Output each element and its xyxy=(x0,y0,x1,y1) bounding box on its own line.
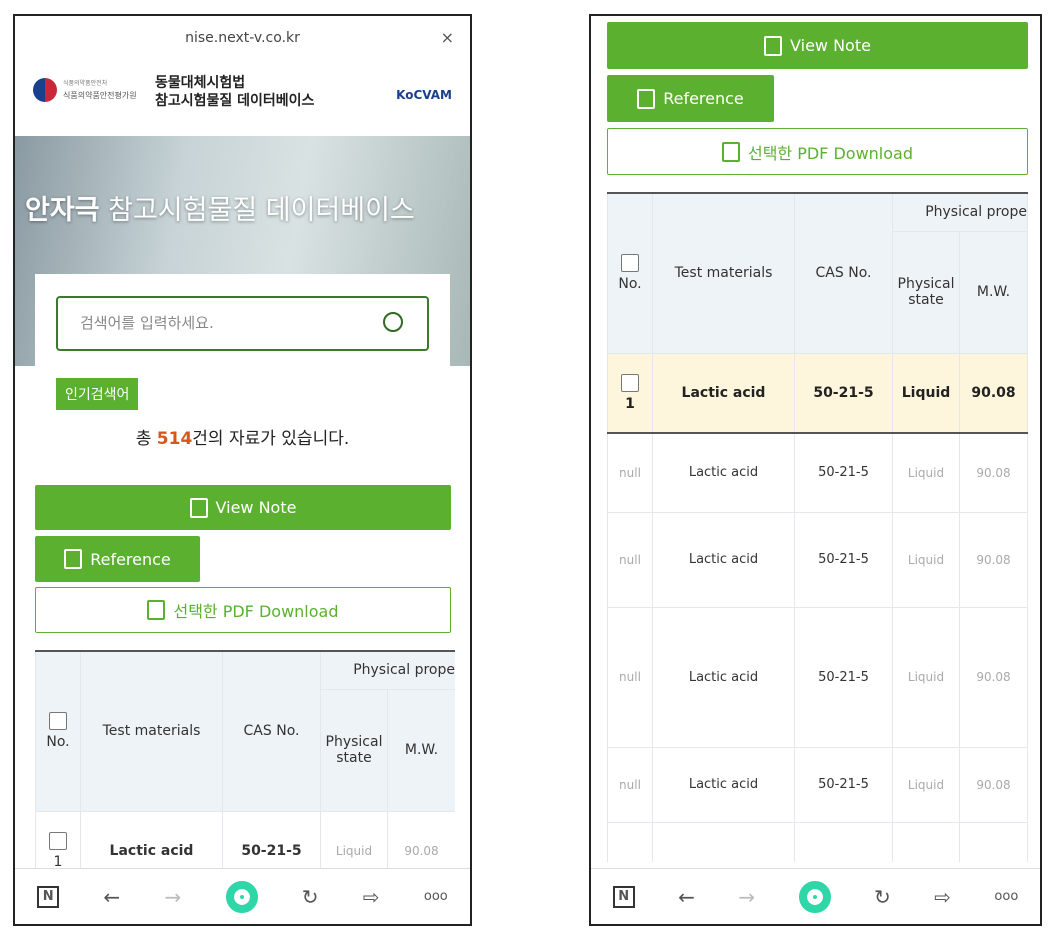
url-bar[interactable]: nise.next-v.co.kr xyxy=(15,16,470,60)
close-icon[interactable]: × xyxy=(441,16,454,60)
cell-state: Liquid xyxy=(892,352,960,434)
cell-state: Liquid xyxy=(892,432,960,513)
forward-icon[interactable]: → xyxy=(738,885,755,909)
table-row-selected[interactable]: 1 Lactic acid 50-21-5 Liquid 90.08 xyxy=(607,352,1028,434)
cell-state: Liquid xyxy=(892,746,960,823)
search-icon[interactable] xyxy=(383,312,403,332)
browser-nav-bar: N ← → ↻ ⇨ ooo xyxy=(15,868,470,924)
cell-material: Lactic acid xyxy=(80,810,223,870)
view-note-button[interactable]: View Note xyxy=(35,485,451,530)
cell-material: Lactic acid xyxy=(652,606,795,748)
cell-material: Lactic acid xyxy=(652,746,795,823)
header-no: No. xyxy=(607,192,653,354)
naver-icon[interactable]: N xyxy=(37,885,60,908)
table-row-selected[interactable]: 1 Lactic acid 50-21-5 Liquid 90.08 xyxy=(35,810,455,870)
cell-state: Liquid xyxy=(320,810,388,870)
reload-icon[interactable]: ↻ xyxy=(302,885,319,909)
more-icon[interactable]: ooo xyxy=(994,889,1018,904)
pdf-download-button[interactable]: 선택한 PDF Download xyxy=(35,587,451,633)
select-all-checkbox[interactable] xyxy=(49,712,67,731)
cell-mw: 90.08 xyxy=(959,606,1028,748)
result-count: 총 514건의 자료가 있습니다. xyxy=(135,429,350,449)
share-icon[interactable]: ⇨ xyxy=(363,885,380,909)
cell-state: Liquid xyxy=(892,606,960,748)
header-cas: CAS No. xyxy=(794,192,893,354)
home-icon[interactable] xyxy=(225,880,258,913)
kocvam-logo: KoCVAM xyxy=(396,88,452,102)
row-no: 1 xyxy=(35,810,81,870)
header-physical-state: Physical state xyxy=(320,688,388,812)
cell-mw: 90.08 xyxy=(959,352,1028,434)
note-icon xyxy=(764,35,783,56)
cell-cas: 50-21-5 xyxy=(794,432,893,513)
table-row[interactable]: null Lactic acid 50-21-5 Liquid 90.08 xyxy=(607,746,1028,823)
header-physical-properties: Physical prope xyxy=(320,650,455,690)
reference-icon xyxy=(637,88,656,109)
naver-icon[interactable]: N xyxy=(612,885,635,908)
results-table-right: No. Test materials CAS No. Physical prop… xyxy=(607,192,1029,862)
more-icon[interactable]: ooo xyxy=(424,889,448,904)
cell-mw: 90.08 xyxy=(959,746,1028,823)
site-header: 식품의약품안전처 식품의약품안전평가원 동물대체시험법 참고시험물질 데이터베이스… xyxy=(15,64,470,136)
site-title[interactable]: 동물대체시험법 참고시험물질 데이터베이스 xyxy=(155,74,314,110)
header-no: No. xyxy=(35,650,81,812)
cell-no: null xyxy=(607,606,653,748)
row-checkbox[interactable] xyxy=(621,373,639,392)
reference-button[interactable]: Reference xyxy=(607,75,774,122)
reference-button[interactable]: Reference xyxy=(35,536,200,582)
reference-icon xyxy=(64,549,83,569)
left-phone-screen: nise.next-v.co.kr × 식품의약품안전처 식품의약품안전평가원 … xyxy=(13,14,472,926)
cell-cas: 50-21-5 xyxy=(794,746,893,823)
home-icon[interactable] xyxy=(798,880,831,913)
cell-material: Lactic acid xyxy=(652,352,795,434)
popular-search-tag[interactable]: 인기검색어 xyxy=(56,378,139,410)
cell-state: Liquid xyxy=(892,511,960,608)
table-row[interactable]: null Lactic acid 50-21-5 Liquid 90.08 xyxy=(607,511,1028,608)
cell-cas: 50-21-5 xyxy=(794,606,893,748)
select-all-checkbox[interactable] xyxy=(621,254,639,273)
search-input[interactable]: 검색어를 입력하세요. xyxy=(56,296,429,351)
right-phone-screen: View Note Reference 선택한 PDF Download No.… xyxy=(589,14,1042,926)
cell-material: Lactic acid xyxy=(652,511,795,608)
cell-material: Lactic acid xyxy=(652,432,795,513)
header-test-materials: Test materials xyxy=(80,650,223,812)
pdf-download-button[interactable]: 선택한 PDF Download xyxy=(607,128,1028,175)
cell-cas: 50-21-5 xyxy=(794,511,893,608)
browser-nav-bar: N ← → ↻ ⇨ ooo xyxy=(591,868,1040,924)
cell-no: null xyxy=(607,746,653,823)
checklist-icon xyxy=(721,141,740,162)
header-test-materials: Test materials xyxy=(652,192,795,354)
cell-mw: 90.08 xyxy=(959,432,1028,513)
cell-cas: 50-21-5 xyxy=(222,810,321,870)
share-icon[interactable]: ⇨ xyxy=(934,885,951,909)
header-mw: M.W. xyxy=(387,688,455,812)
cell-no: null xyxy=(607,511,653,608)
cell-mw: 90.08 xyxy=(959,511,1028,608)
cell-no: null xyxy=(607,432,653,513)
header-physical-state: Physical state xyxy=(892,230,960,354)
header-cas: CAS No. xyxy=(222,650,321,812)
back-icon[interactable]: ← xyxy=(103,885,120,909)
cell-mw: 90.08 xyxy=(387,810,455,870)
agency-subname: 식품의약품안전평가원 xyxy=(63,91,137,100)
header-mw: M.W. xyxy=(959,230,1028,354)
header-physical-properties: Physical prope xyxy=(892,192,1028,232)
checklist-icon xyxy=(147,600,166,620)
forward-icon[interactable]: → xyxy=(164,885,181,909)
government-logo-icon xyxy=(33,78,57,102)
row-checkbox[interactable] xyxy=(49,832,67,850)
back-icon[interactable]: ← xyxy=(678,885,695,909)
cell-cas: 50-21-5 xyxy=(794,352,893,434)
agency-name: 식품의약품안전처 xyxy=(63,80,108,87)
table-row[interactable]: null Lactic acid 50-21-5 Liquid 90.08 xyxy=(607,432,1028,513)
results-table-left: No. Test materials CAS No. Physical prop… xyxy=(35,650,455,870)
table-row[interactable]: null Lactic acid 50-21-5 Liquid 90.08 xyxy=(607,606,1028,748)
note-icon xyxy=(189,497,208,518)
reload-icon[interactable]: ↻ xyxy=(874,885,891,909)
hero-title: 안자극 참고시험물질 데이터베이스 xyxy=(25,195,415,226)
row-no: 1 xyxy=(607,352,653,434)
view-note-button[interactable]: View Note xyxy=(607,22,1028,69)
